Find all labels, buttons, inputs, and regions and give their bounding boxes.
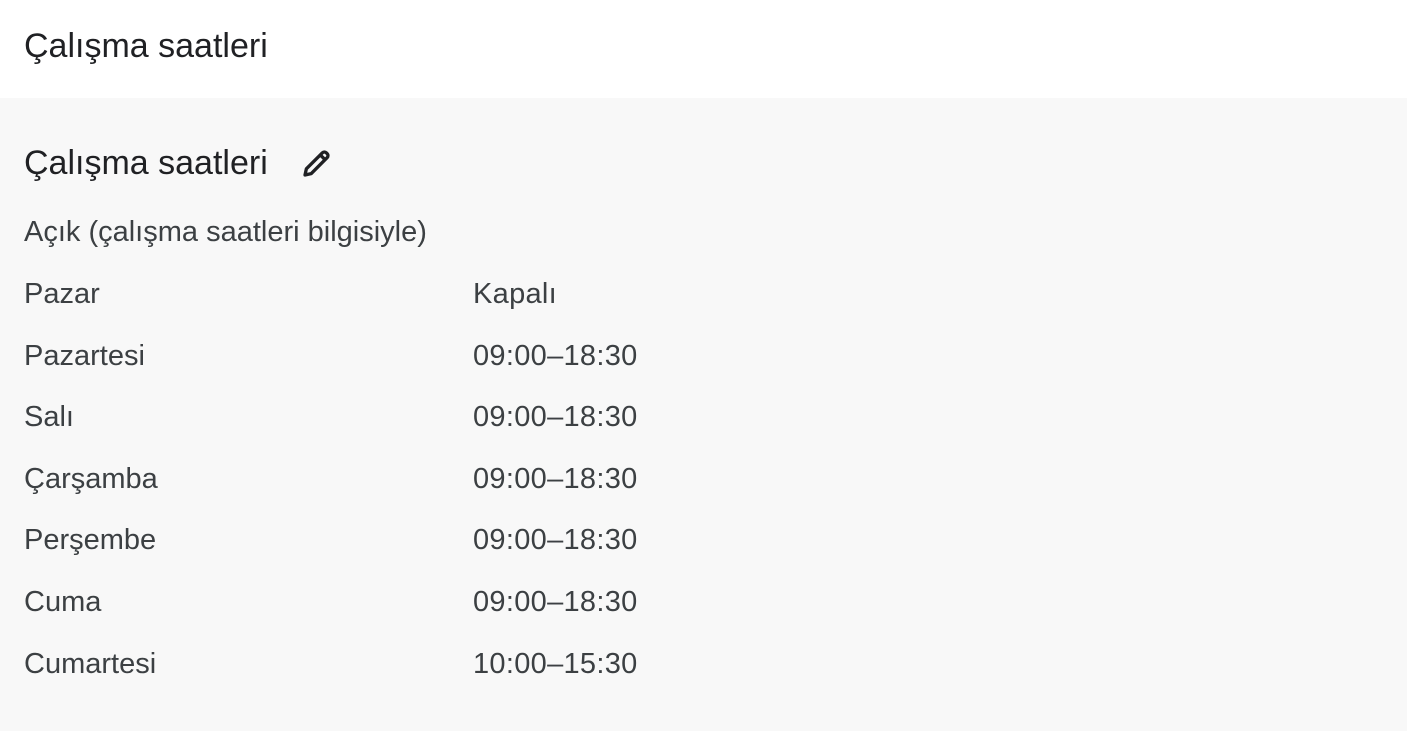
time-value: 09:00–18:30	[473, 585, 638, 618]
hours-row-monday: Pazartesi 09:00–18:30	[24, 340, 638, 402]
day-label: Pazar	[24, 278, 100, 310]
hours-row-wednesday: Çarşamba 09:00–18:30	[24, 463, 638, 525]
section-title: Çalışma saatleri	[24, 143, 268, 182]
day-label: Cuma	[24, 585, 102, 618]
time-value: 09:00–18:30	[473, 339, 638, 372]
hours-row-sunday: Pazar Kapalı	[24, 278, 638, 340]
page-header: Çalışma saatleri	[0, 0, 1407, 98]
day-label: Çarşamba	[24, 462, 158, 495]
time-value: 09:00–18:30	[473, 524, 638, 557]
hours-list: Pazar Kapalı Pazartesi 09:00–18:30 Salı …	[24, 278, 638, 709]
hours-panel: Çalışma saatleri Açık (çalışma saatleri …	[0, 98, 1407, 731]
time-value: 09:00–18:30	[473, 462, 638, 495]
hours-row-tuesday: Salı 09:00–18:30	[24, 401, 638, 463]
open-status: Açık (çalışma saatleri bilgisiyle)	[24, 216, 427, 248]
business-hours-page: Çalışma saatleri Çalışma saatleri Açık (…	[0, 0, 1407, 731]
day-label: Cumartesi	[24, 647, 157, 680]
page-title: Çalışma saatleri	[24, 26, 268, 65]
time-value: 10:00–15:30	[473, 647, 638, 680]
hours-row-friday: Cuma 09:00–18:30	[24, 586, 638, 648]
pencil-icon-svg	[303, 150, 330, 177]
pencil-icon[interactable]	[298, 144, 336, 182]
time-value: Kapalı	[473, 278, 558, 310]
day-label: Perşembe	[24, 524, 157, 557]
time-value: 09:00–18:30	[473, 401, 638, 434]
day-label: Salı	[24, 401, 74, 434]
hours-row-thursday: Perşembe 09:00–18:30	[24, 524, 638, 586]
day-label: Pazartesi	[24, 339, 145, 372]
section-header: Çalışma saatleri	[24, 142, 336, 184]
hours-row-saturday: Cumartesi 10:00–15:30	[24, 648, 638, 710]
